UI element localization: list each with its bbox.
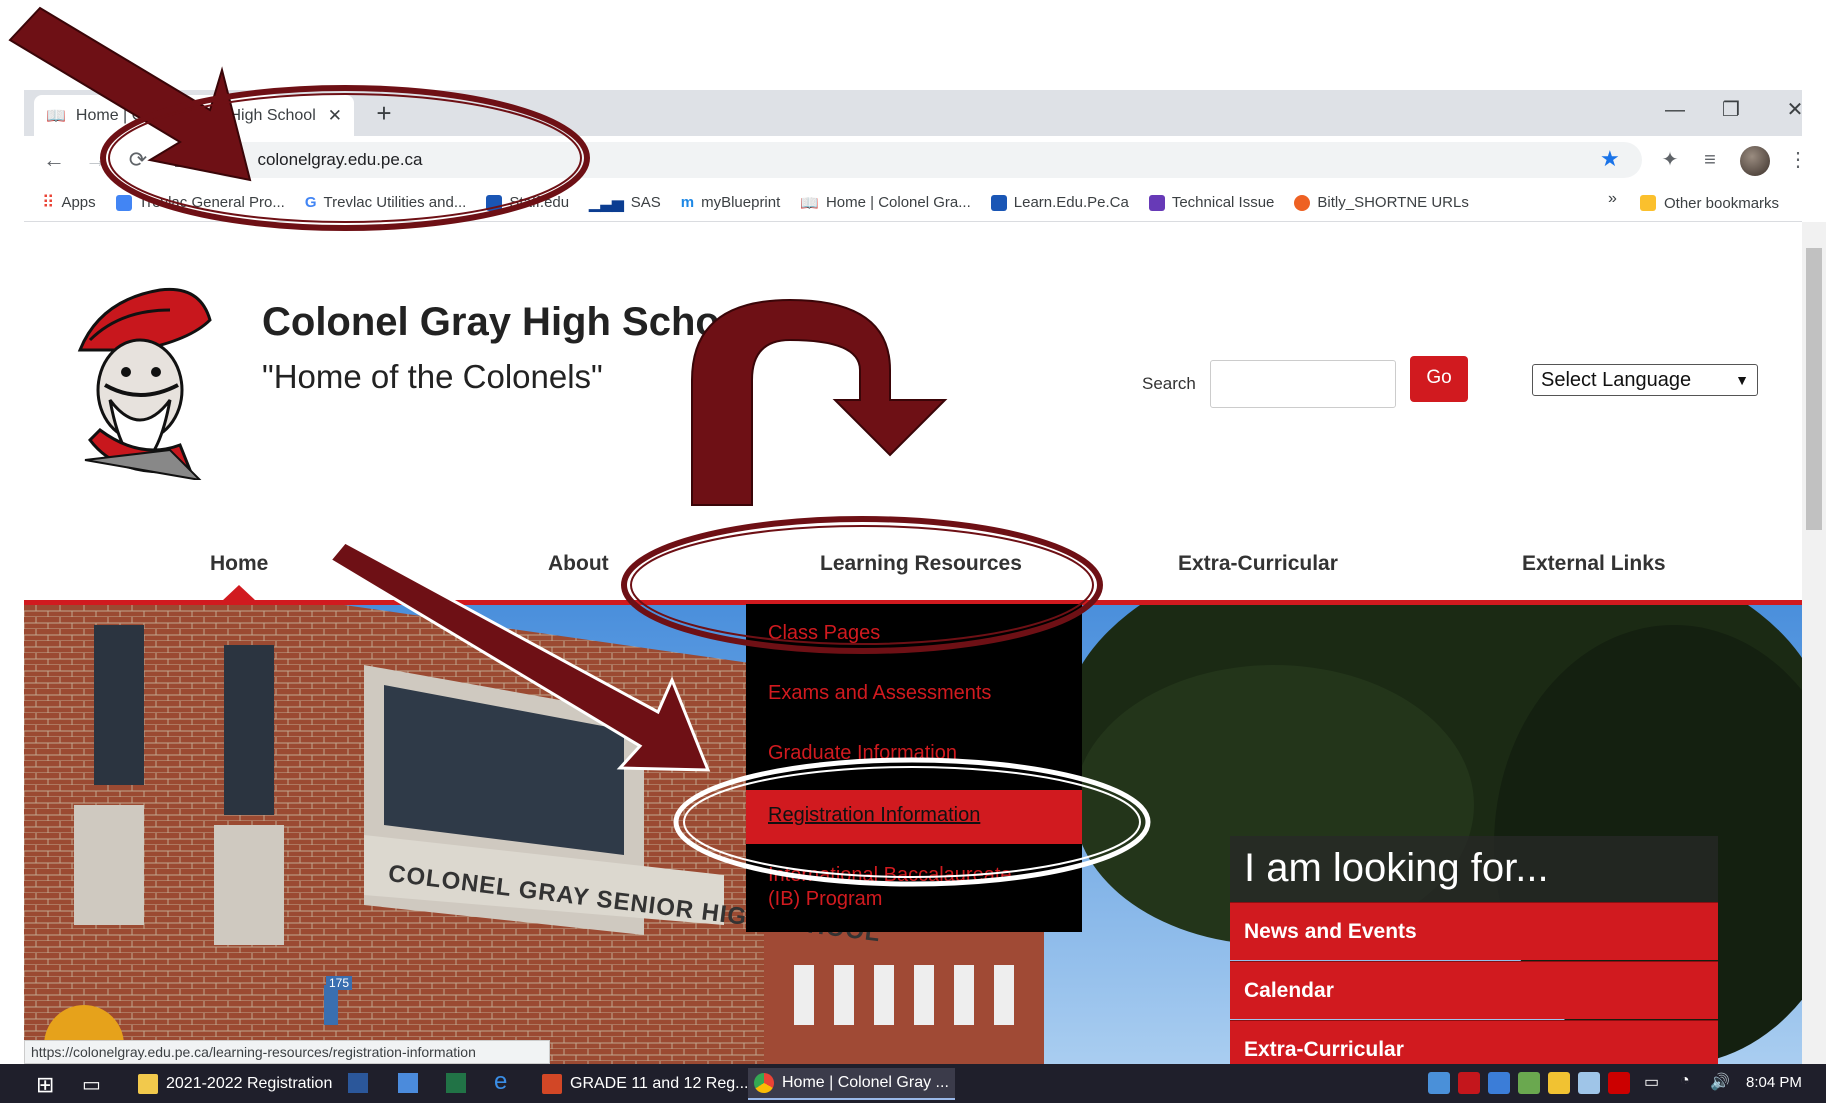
registration-circle [673, 757, 1151, 887]
powerpoint-icon [542, 1074, 562, 1094]
mcafee-icon[interactable] [1458, 1072, 1480, 1094]
chrome-icon [754, 1073, 774, 1093]
notepad-icon[interactable] [398, 1073, 418, 1093]
arrow-to-registration [327, 540, 711, 772]
tray-app-icon[interactable] [1578, 1072, 1600, 1094]
battery-icon[interactable]: ▭ [1644, 1072, 1659, 1092]
folder-icon [138, 1074, 158, 1094]
wifi-icon[interactable]: ◔ [1680, 1072, 1690, 1090]
u-turn-arrow [691, 298, 948, 506]
annotation-overlay [8, 6, 1151, 887]
word-icon[interactable] [348, 1073, 368, 1093]
learning-resources-circle [621, 516, 1103, 654]
tray-app-icon[interactable] [1548, 1072, 1570, 1094]
taskbar-powerpoint[interactable]: GRADE 11 and 12 Reg... [536, 1068, 754, 1100]
taskbar-chrome[interactable]: Home | Colonel Gray ... [748, 1068, 955, 1100]
tray-app-icon[interactable] [1428, 1072, 1450, 1094]
taskbar-clock[interactable]: 8:04 PM [1746, 1074, 1802, 1091]
screenshot: 📖 Home | Colonel Gray High School ✕ + — … [0, 0, 1826, 1103]
task-view-icon[interactable]: ▭ [82, 1072, 101, 1097]
tray-app-icon[interactable] [1518, 1072, 1540, 1094]
arrow-to-url [8, 6, 252, 182]
taskbar-explorer[interactable]: 2021-2022 Registration [132, 1068, 338, 1100]
tray-app-icon[interactable] [1488, 1072, 1510, 1094]
volume-icon[interactable]: 🔊 [1710, 1072, 1730, 1092]
excel-icon[interactable] [446, 1073, 466, 1093]
windows-start-icon[interactable]: ⊞ [36, 1072, 54, 1098]
tray-app-icon[interactable] [1608, 1072, 1630, 1094]
internet-explorer-icon[interactable]: e [494, 1068, 507, 1096]
